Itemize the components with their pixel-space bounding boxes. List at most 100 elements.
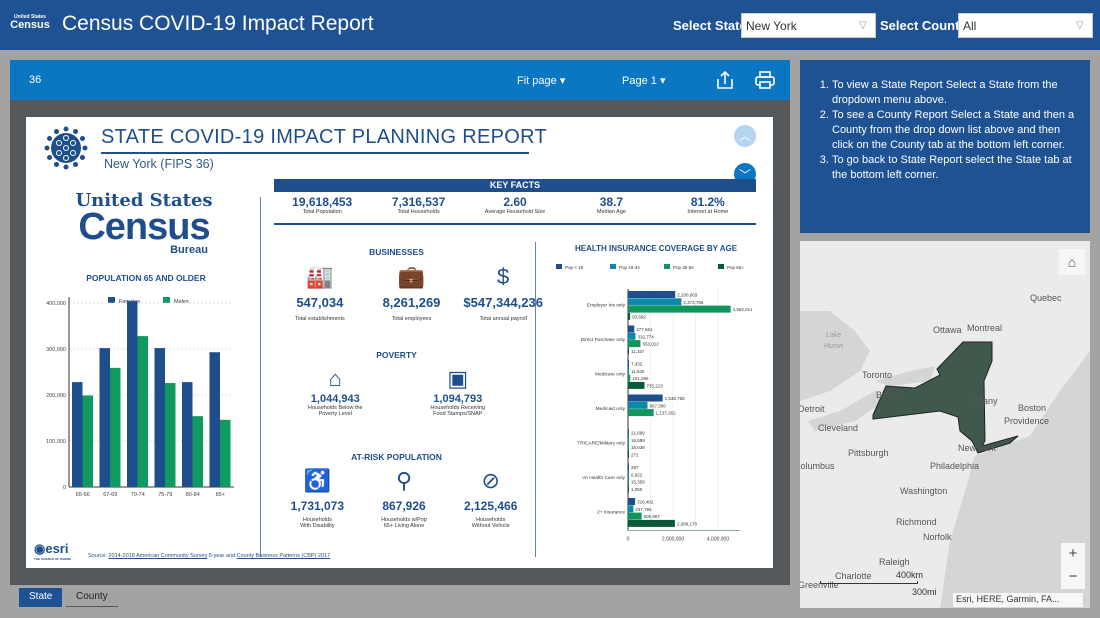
tab-state[interactable]: State <box>19 588 63 607</box>
key-facts-header: KEY FACTS <box>274 179 756 192</box>
legend-label: Pop 65+ <box>727 265 744 270</box>
stat-value: 2,125,466 <box>463 499 518 513</box>
map[interactable]: Quebec Ottawa Montreal Lake Huron Toronto Buff… <box>800 241 1090 608</box>
source-prefix: Source: <box>88 553 109 559</box>
esri-text: esri <box>45 541 69 556</box>
print-icon[interactable] <box>755 70 775 90</box>
map-label: Columbus <box>800 461 835 471</box>
acs-link[interactable]: 2014-2018 American Community Survey <box>108 553 207 559</box>
scale-km: 400km <box>896 570 924 580</box>
map-label: Ottawa <box>933 325 962 335</box>
x-tick-label: 4,000,000 <box>707 537 729 543</box>
scroll-up-button[interactable]: ︿ <box>734 125 756 147</box>
data-label: 4,562,011 <box>733 307 753 312</box>
data-label: 272 <box>631 452 639 457</box>
key-fact-value: 2.60 <box>503 195 527 209</box>
key-fact-label: Average Household Size <box>484 209 546 215</box>
source-mid: 5-year and <box>207 553 237 559</box>
bar-females <box>209 352 220 487</box>
data-label: 2,373,756 <box>683 300 704 305</box>
legend-label: Pop 19-34 <box>619 265 640 270</box>
zoom-in-button[interactable]: + <box>1061 543 1085 566</box>
wallet-icon: ▣ <box>447 366 469 391</box>
business-stat: 🏭 547,034 Total establishments <box>274 263 366 322</box>
caret-down-icon: ▾ <box>659 75 666 87</box>
zoom-control: + − <box>1061 543 1085 589</box>
instructions-panel: To view a State Report Select a State fr… <box>800 60 1090 233</box>
bar <box>628 429 629 436</box>
zoom-out-button[interactable]: − <box>1061 566 1085 589</box>
no-car-icon: ⊘ <box>481 468 500 493</box>
globe-icon: ◉ <box>34 541 46 556</box>
business-stat: 💼 8,261,269 Total employees <box>366 263 458 322</box>
map-label: Raleigh <box>879 557 910 567</box>
y-tick-label: Employer Ins only <box>587 302 626 308</box>
businesses-title: BUSINESSES <box>369 247 424 257</box>
y-tick-label: VA Health Care only <box>582 475 625 481</box>
at-risk: ♿ 1,731,073 Households With Disability ⚲ 867,… <box>274 467 534 529</box>
map-label: Washington <box>900 486 948 496</box>
fit-page-dropdown[interactable]: Fit page ▾ <box>517 74 565 87</box>
data-label: 7,332 <box>631 362 643 367</box>
bar-males <box>110 367 121 487</box>
stat-label: Without Vehicle <box>471 523 510 529</box>
app-header: United States Census Census COVID-19 Impa… <box>0 0 1100 50</box>
map-label: Philadelphia <box>930 461 980 471</box>
fit-label: Fit page <box>517 75 557 87</box>
map-label: Cleveland <box>818 423 859 433</box>
key-fact: 2.60 Average Household Size <box>467 195 563 223</box>
data-label: 277,661 <box>636 327 653 332</box>
page-label: Page 1 <box>622 75 657 87</box>
county-select[interactable]: All ▽ <box>958 13 1093 38</box>
share-icon[interactable] <box>716 70 734 90</box>
lake-huron <box>800 311 870 401</box>
key-fact-label: Total Households <box>397 209 440 215</box>
virus-icon <box>44 126 88 170</box>
atrisk-stat: ⚲ 867,926 Households w/Pop 65+ Living Alone <box>361 467 448 529</box>
source-note: Source: 2014-2018 American Community Sur… <box>88 553 330 559</box>
key-fact-label: Internet at Home <box>687 209 729 215</box>
home-button[interactable]: ⌂ <box>1059 249 1085 275</box>
bar <box>628 394 663 402</box>
atrisk-title: AT-RISK POPULATION <box>351 452 442 462</box>
y-tick-label: 400,000 <box>46 301 66 307</box>
cbp-link[interactable]: County Business Patterns (CBP) 2017 <box>237 553 331 559</box>
y-tick-label: TRICARE/Military only <box>577 440 625 446</box>
bar <box>628 478 629 486</box>
bar <box>628 505 634 513</box>
title-rule <box>101 152 529 154</box>
state-value: New York <box>746 19 797 33</box>
bar <box>628 463 629 471</box>
y-tick-label: 100,000 <box>46 439 66 445</box>
stat-label: 65+ Living Alone <box>383 523 425 529</box>
bar-females <box>72 382 83 487</box>
page-dropdown[interactable]: Page 1 ▾ <box>622 74 665 87</box>
data-label: 11,840 <box>631 369 645 374</box>
stat-label: Total employees <box>391 316 432 322</box>
esri-logo: ◉esri THE SCIENCE OF WHERE <box>34 541 71 561</box>
stat-label: Total establishments <box>294 316 345 322</box>
legend-swatch <box>718 264 724 269</box>
elderly-icon: ⚲ <box>395 468 413 493</box>
legend-swatch <box>163 297 170 303</box>
y-tick-label: Direct Purchase only <box>581 337 626 343</box>
data-label: 1,538,758 <box>665 396 686 401</box>
map-label: Quebec <box>1030 293 1062 303</box>
bar <box>628 498 636 505</box>
stat-label: Poverty Level <box>318 411 352 417</box>
y-tick-label: 0 <box>63 485 66 491</box>
app-title: Census COVID-19 Impact Report <box>62 12 374 35</box>
bar-males <box>220 419 231 487</box>
stat-value: 1,044,943 <box>310 393 360 405</box>
data-label: 2,086,170 <box>677 521 698 526</box>
logo-text: Census <box>10 19 50 31</box>
atrisk-stat: ♿ 1,731,073 Households With Disability <box>274 467 361 529</box>
stat-value: 8,261,269 <box>382 295 441 310</box>
instruction-item: To go back to State Report select the St… <box>832 153 1076 183</box>
data-label: 1,137,262 <box>656 411 677 416</box>
state-select[interactable]: New York ▽ <box>741 13 876 38</box>
scale-bar <box>820 581 918 584</box>
tab-county[interactable]: County <box>66 588 118 607</box>
bar <box>628 485 629 493</box>
map-attribution[interactable]: Esri, HERE, Garmin, FA... <box>953 593 1083 607</box>
